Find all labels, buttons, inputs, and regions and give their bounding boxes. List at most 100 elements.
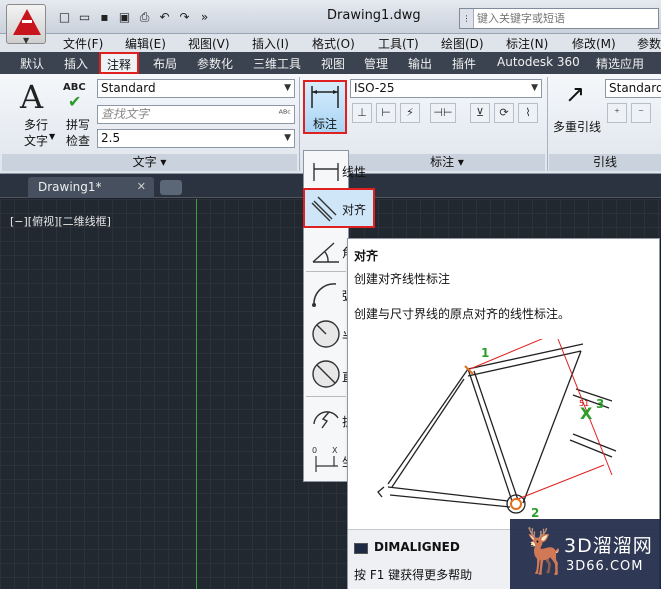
dropdown-diameter[interactable] — [306, 356, 346, 392]
multileader-label[interactable]: 多重引线 — [553, 118, 601, 135]
command-name: DIMALIGNED — [374, 540, 460, 554]
doc-tab-drawing1[interactable]: Drawing1* ✕ — [28, 177, 154, 198]
dropdown-linear[interactable] — [306, 154, 346, 190]
search-box[interactable]: ⋮ — [459, 8, 659, 29]
add-leader-icon[interactable]: ⁺ — [607, 103, 627, 123]
plot-icon[interactable]: ⎙ — [136, 9, 153, 25]
multileader-icon[interactable]: ↗ — [565, 80, 585, 108]
undo-icon[interactable]: ↶ — [156, 9, 173, 25]
redo-icon[interactable]: ↷ — [176, 9, 193, 25]
new-icon[interactable]: □ — [56, 9, 73, 25]
tab-output[interactable]: 输出 — [408, 55, 432, 72]
dropdown-arc-length[interactable] — [306, 276, 346, 312]
checkmark-icon: ✔ — [68, 92, 82, 111]
continue-icon[interactable]: ⊣⊢ — [430, 103, 456, 123]
viewport-label[interactable]: [−][俯视][二维线框] — [10, 213, 111, 229]
dropdown-ordinate[interactable]: 0 X — [306, 441, 346, 477]
leader-panel-title: 引线 — [549, 154, 661, 171]
dropdown-linear-label[interactable]: 线性 — [342, 163, 366, 180]
menu-insert[interactable]: 插入(I) — [252, 35, 289, 52]
menu-file[interactable]: 文件(F) — [63, 35, 103, 52]
title-bar: □ ▭ ▪ ▣ ⎙ ↶ ↷ » Drawing1.dwg ⋮ — [0, 0, 661, 34]
open-icon[interactable]: ▭ — [76, 9, 93, 25]
panel-divider — [547, 77, 548, 171]
chevron-down-icon: ▼ — [284, 133, 291, 143]
linear-icon — [313, 163, 339, 181]
dim-style-value: ISO-25 — [354, 81, 395, 95]
inspect-icon[interactable]: ⟳ — [494, 103, 514, 123]
menu-dimension[interactable]: 标注(N) — [506, 35, 548, 52]
menu-param[interactable]: 参数 — [637, 35, 661, 52]
text-style-select[interactable]: Standard ▼ — [97, 79, 295, 98]
leader-panel-title-label: 引线 — [592, 155, 617, 169]
dropdown-jogged[interactable] — [306, 401, 346, 437]
tab-autodesk-360[interactable]: Autodesk 360 — [497, 55, 580, 69]
text-panel-title[interactable]: 文字 ▾ — [2, 154, 297, 171]
text-height-value: 2.5 — [101, 131, 121, 145]
close-icon[interactable]: ✕ — [137, 180, 146, 193]
dim-style-select[interactable]: ISO-25 ▼ — [350, 79, 542, 98]
dim-break-icon[interactable]: ⚡ — [400, 103, 420, 123]
dropdown-angular[interactable] — [306, 234, 346, 270]
spell-label-1[interactable]: 拼写 — [66, 116, 90, 133]
text-height-select[interactable]: 2.5 ▼ — [97, 129, 295, 148]
watermark: 🦌 3D溜溜网 3D66.COM — [510, 519, 661, 589]
point-1-label: 1 — [481, 346, 489, 360]
chevron-down-icon[interactable]: ▼ — [49, 132, 55, 141]
window-title: Drawing1.dwg — [327, 8, 421, 23]
more-icon[interactable]: » — [196, 9, 213, 25]
tab-featured-apps[interactable]: 精选应用 — [596, 55, 644, 72]
help-hint: 按 F1 键获得更多帮助 — [354, 568, 473, 582]
tab-plugins[interactable]: 插件 — [452, 55, 476, 72]
dropdown-radius[interactable] — [306, 316, 346, 352]
autocad-logo-icon — [13, 9, 41, 35]
tab-annotate[interactable]: 注释 — [99, 52, 140, 74]
arc-length-icon — [312, 283, 337, 307]
leader-style-select[interactable]: Standard — [605, 79, 661, 98]
application-menu-button[interactable]: ▼ — [6, 4, 46, 45]
multiline-label-1: 多行 — [24, 118, 49, 132]
find-text-input[interactable]: 查找文字 ᴬᴮᶜ — [97, 105, 295, 124]
point-2-label: 2 — [531, 506, 539, 520]
text-panel-title-label: 文字 — [132, 155, 157, 169]
pick-x-icon: X — [580, 404, 593, 423]
radius-icon — [312, 320, 340, 348]
dropdown-aligned[interactable]: 对齐 — [303, 188, 375, 228]
menu-draw[interactable]: 绘图(D) — [441, 35, 484, 52]
menu-format[interactable]: 格式(O) — [312, 35, 355, 52]
tab-manage[interactable]: 管理 — [364, 55, 388, 72]
tooltip-illustration: 51 X 1 2 3 — [377, 339, 617, 520]
new-tab-button[interactable] — [160, 180, 182, 195]
aligned-icon — [311, 196, 337, 222]
tab-parametric[interactable]: 参数化 — [197, 55, 233, 72]
find-replace-icon[interactable]: ᴬᴮᶜ — [279, 106, 291, 123]
save-as-icon[interactable]: ▣ — [116, 9, 133, 25]
menu-view[interactable]: 视图(V) — [188, 35, 230, 52]
tab-default[interactable]: 默认 — [20, 55, 44, 72]
tab-insert[interactable]: 插入 — [64, 55, 88, 72]
tab-view[interactable]: 视图 — [321, 55, 345, 72]
jog-line-icon[interactable]: ⌇ — [518, 103, 538, 123]
dropdown-aligned-label: 对齐 — [342, 203, 367, 217]
menu-modify[interactable]: 修改(M) — [572, 35, 616, 52]
point-3-label: 3 — [596, 397, 604, 411]
dimension-button[interactable]: 标注 — [303, 80, 347, 134]
quick-access-toolbar: □ ▭ ▪ ▣ ⎙ ↶ ↷ » — [56, 9, 213, 25]
multiline-text-icon[interactable]: A — [20, 78, 43, 116]
spell-label-2[interactable]: 检查 — [66, 132, 90, 149]
quick-dim-icon[interactable]: ⊥ — [352, 103, 372, 123]
baseline-icon[interactable]: ⊢ — [376, 103, 396, 123]
search-input[interactable] — [474, 9, 654, 28]
adjust-space-icon[interactable]: ⊻ — [470, 103, 490, 123]
y-axis-line — [196, 199, 197, 589]
remove-leader-icon[interactable]: ⁻ — [631, 103, 651, 123]
tooltip-subtitle: 创建对齐线性标注 — [354, 272, 451, 286]
tab-3d-tools[interactable]: 三维工具 — [253, 55, 301, 72]
menu-edit[interactable]: 编辑(E) — [125, 35, 166, 52]
menu-tools[interactable]: 工具(T) — [378, 35, 419, 52]
save-icon[interactable]: ▪ — [96, 9, 113, 25]
tab-layout[interactable]: 布局 — [153, 55, 177, 72]
dimension-label: 标注 — [313, 117, 338, 131]
chevron-down-icon: ▼ — [23, 36, 30, 45]
dim-panel-title[interactable]: 标注 ▾ — [349, 154, 545, 171]
